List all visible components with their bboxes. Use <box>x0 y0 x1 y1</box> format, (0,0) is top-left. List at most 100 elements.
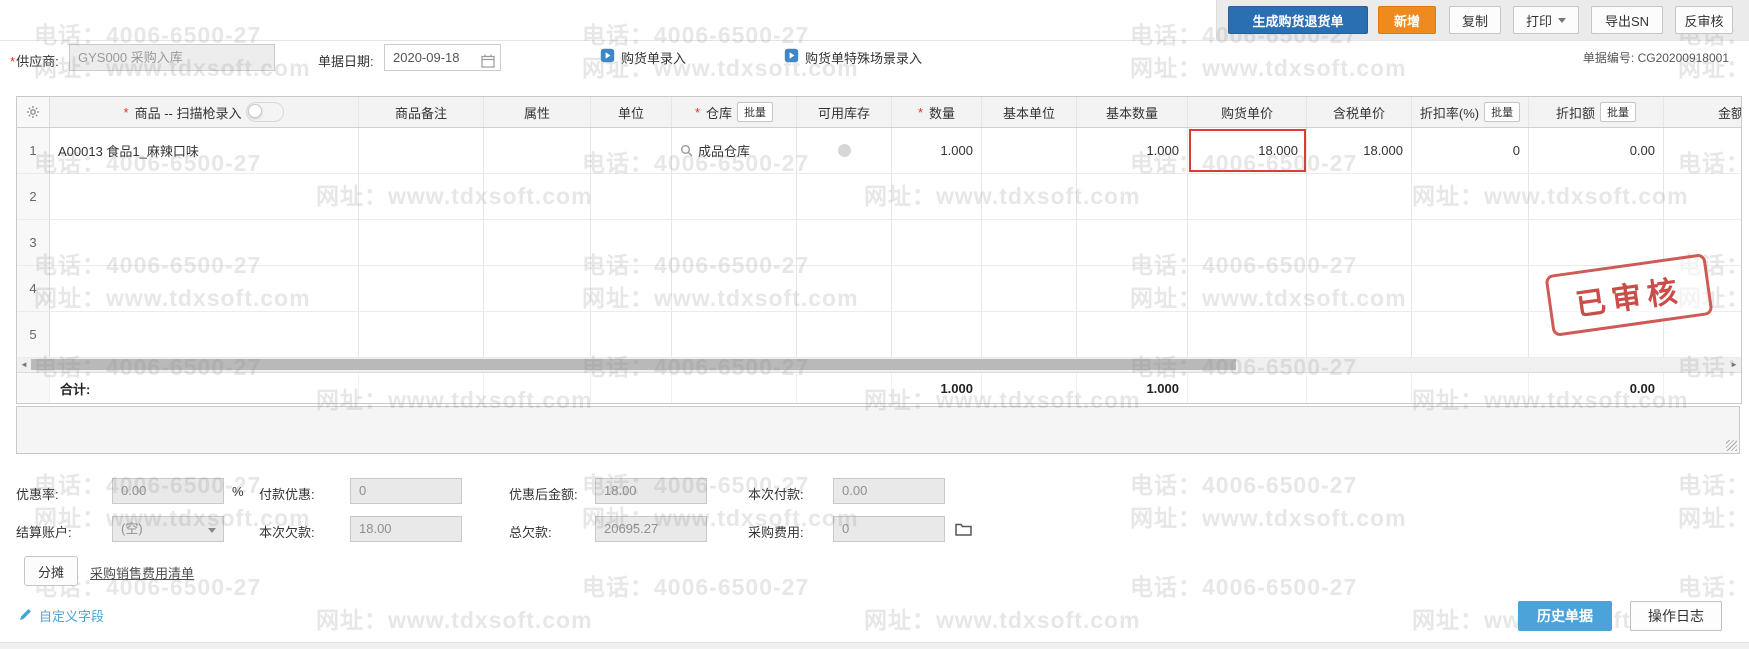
cell-product[interactable] <box>50 266 359 311</box>
scroll-right-arrow-icon[interactable]: ► <box>1730 358 1738 372</box>
cell-product[interactable]: A00013 食品1_麻辣口味 <box>50 128 359 173</box>
cell-attr[interactable] <box>484 312 591 357</box>
watermark-site: 网址：www.tdxsoft.com <box>316 601 593 635</box>
batch-button-disc_rate[interactable]: 批量 <box>1484 102 1520 122</box>
folder-icon[interactable] <box>955 522 972 539</box>
grid-settings-gear-icon[interactable] <box>17 97 50 127</box>
cell-amount[interactable] <box>1664 128 1742 173</box>
cell-base_unit[interactable] <box>982 174 1077 219</box>
cell-price[interactable] <box>1188 220 1307 265</box>
cell-tax_price[interactable] <box>1307 220 1412 265</box>
batch-button-warehouse[interactable]: 批量 <box>737 102 773 122</box>
cell-attr[interactable] <box>484 220 591 265</box>
print-button[interactable]: 打印 <box>1513 6 1579 34</box>
scroll-left-arrow-icon[interactable]: ◄ <box>20 358 28 372</box>
cell-attr[interactable] <box>484 174 591 219</box>
cell-base_qty[interactable] <box>1077 266 1188 311</box>
special-scene-entry-link[interactable]: 购货单特殊场景录入 <box>784 47 922 67</box>
settle-account-select[interactable]: (空) <box>112 516 224 542</box>
date-input[interactable]: 2020-09-18 <box>384 44 501 71</box>
supplier-label: *供应商: <box>10 51 59 70</box>
cell-tax_price[interactable] <box>1307 266 1412 311</box>
horizontal-scrollbar[interactable]: ◄► <box>17 358 1741 373</box>
cell-warehouse[interactable]: 成品仓库 <box>672 128 797 173</box>
cell-product[interactable] <box>50 220 359 265</box>
price-cell-highlighted[interactable]: 18.000 <box>1188 128 1307 173</box>
cell-attr[interactable] <box>484 128 591 173</box>
cell-attr[interactable] <box>484 266 591 311</box>
cell-disc_amt[interactable] <box>1529 174 1664 219</box>
cell-warehouse[interactable] <box>672 174 797 219</box>
cell-base_qty[interactable]: 1.000 <box>1077 128 1188 173</box>
cell-tax_price[interactable] <box>1307 174 1412 219</box>
history-documents-button[interactable]: 历史单据 <box>1518 601 1612 631</box>
resize-handle-icon[interactable] <box>1726 440 1737 451</box>
cell-disc_rate[interactable] <box>1412 220 1529 265</box>
cell-qty[interactable]: 1.000 <box>892 128 982 173</box>
cell-warehouse[interactable] <box>672 266 797 311</box>
cell-remark[interactable] <box>359 220 484 265</box>
cell-remark[interactable] <box>359 128 484 173</box>
custom-fields-link[interactable]: 自定义字段 <box>18 606 104 625</box>
cell-price[interactable] <box>1188 266 1307 311</box>
cell-disc_amt[interactable] <box>1529 220 1664 265</box>
cell-qty[interactable] <box>892 220 982 265</box>
cell-stock[interactable] <box>797 220 892 265</box>
cell-stock[interactable] <box>797 266 892 311</box>
cell-base_unit[interactable] <box>982 128 1077 173</box>
table-row: 2 <box>17 174 1742 220</box>
cell-disc_rate[interactable] <box>1412 312 1529 357</box>
cell-product[interactable] <box>50 312 359 357</box>
cell-tax_price[interactable] <box>1307 312 1412 357</box>
cell-stock[interactable] <box>797 174 892 219</box>
expense-list-link[interactable]: 采购销售费用清单 <box>90 563 194 582</box>
purchase-order-entry-link[interactable]: 购货单录入 <box>600 47 686 67</box>
print-dropdown-caret-icon <box>1558 18 1566 23</box>
cell-price[interactable] <box>1188 312 1307 357</box>
cell-disc_rate[interactable] <box>1412 174 1529 219</box>
field-input: 0.00 <box>833 478 945 504</box>
cell-amount[interactable] <box>1664 174 1742 219</box>
batch-button-disc_amt[interactable]: 批量 <box>1600 102 1636 122</box>
operation-log-button[interactable]: 操作日志 <box>1630 601 1722 631</box>
cell-base_unit[interactable] <box>982 266 1077 311</box>
cell-base_qty[interactable] <box>1077 220 1188 265</box>
scan-gun-toggle[interactable] <box>246 102 284 122</box>
cell-base_qty[interactable] <box>1077 312 1188 357</box>
cell-unit[interactable] <box>591 128 672 173</box>
cell-unit[interactable] <box>591 312 672 357</box>
cell-remark[interactable] <box>359 174 484 219</box>
export-sn-button[interactable]: 导出SN <box>1591 6 1663 34</box>
cell-disc_rate[interactable]: 0 <box>1412 128 1529 173</box>
cell-qty[interactable] <box>892 174 982 219</box>
cell-remark[interactable] <box>359 266 484 311</box>
scrollbar-thumb[interactable] <box>31 359 1236 370</box>
calendar-icon[interactable] <box>481 51 495 76</box>
cell-qty[interactable] <box>892 312 982 357</box>
copy-button[interactable]: 复制 <box>1449 6 1501 34</box>
cell-unit[interactable] <box>591 174 672 219</box>
cell-base_qty[interactable] <box>1077 174 1188 219</box>
remark-textarea[interactable] <box>16 406 1740 454</box>
cell-tax_price[interactable]: 18.000 <box>1307 128 1412 173</box>
cell-stock[interactable] <box>797 312 892 357</box>
dropdown-caret-icon <box>208 528 216 533</box>
cell-product[interactable] <box>50 174 359 219</box>
cell-remark[interactable] <box>359 312 484 357</box>
unapprove-button[interactable]: 反审核 <box>1675 6 1733 34</box>
generate-return-order-button[interactable]: 生成购货退货单 <box>1228 6 1368 34</box>
cell-price[interactable] <box>1188 174 1307 219</box>
cell-disc_rate[interactable] <box>1412 266 1529 311</box>
cell-disc_amt[interactable]: 0.00 <box>1529 128 1664 173</box>
cell-unit[interactable] <box>591 220 672 265</box>
cell-warehouse[interactable] <box>672 220 797 265</box>
cell-qty[interactable] <box>892 266 982 311</box>
allocate-button[interactable]: 分摊 <box>24 556 78 586</box>
cell-unit[interactable] <box>591 266 672 311</box>
cell-stock[interactable] <box>797 128 892 173</box>
column-header-label: 仓库 <box>706 103 732 122</box>
add-new-button[interactable]: 新增 <box>1378 6 1436 34</box>
cell-warehouse[interactable] <box>672 312 797 357</box>
cell-base_unit[interactable] <box>982 312 1077 357</box>
cell-base_unit[interactable] <box>982 220 1077 265</box>
